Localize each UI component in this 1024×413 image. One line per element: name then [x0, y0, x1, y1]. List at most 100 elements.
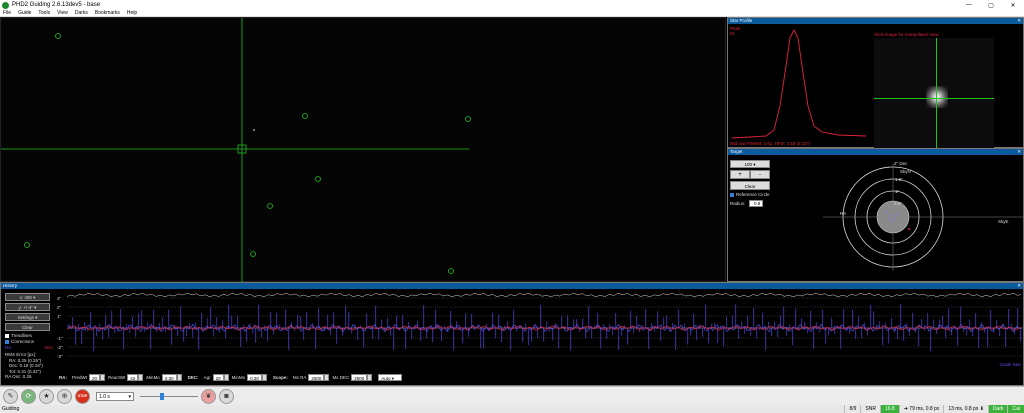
settings-button[interactable]: Settings ▾ — [5, 313, 50, 321]
dec-mode-select[interactable]: Auto ▾ — [378, 373, 403, 381]
candidate-star-circle — [250, 251, 256, 257]
title-bar: PHD2 Guiding 2.6.13dev5 - base — ▢ ✕ — [0, 0, 1024, 10]
corrections-checkbox[interactable] — [5, 339, 9, 344]
gamma-slider-thumb[interactable] — [160, 392, 164, 400]
menu-file[interactable]: File — [3, 10, 11, 16]
correction-bar — [144, 328, 146, 332]
zoom-crosshair-v — [936, 38, 937, 148]
ra-minmo-input[interactable]: 0.30 — [161, 373, 177, 381]
correction-bar — [705, 304, 707, 328]
target-clear-button[interactable]: Clear — [730, 181, 770, 190]
exposure-select[interactable]: 1.0 s ▾ — [96, 391, 134, 401]
correction-bar — [123, 328, 125, 350]
window-title: PHD2 Guiding 2.6.13dev5 - base — [12, 2, 101, 8]
trendlines-checkbox[interactable] — [5, 333, 9, 338]
menu-help[interactable]: Help — [127, 10, 137, 16]
star-field[interactable] — [1, 18, 727, 283]
zoomed-star — [926, 86, 948, 108]
close-icon[interactable]: ✕ — [1017, 283, 1021, 289]
correction-bar — [828, 328, 830, 336]
menu-guide[interactable]: Guide — [18, 10, 31, 16]
agr-spinner[interactable] — [223, 373, 229, 381]
close-button[interactable]: ✕ — [1002, 2, 1024, 9]
correction-bar — [552, 328, 554, 341]
correction-bar — [1020, 328, 1022, 342]
candidate-star-circle — [24, 242, 30, 248]
correction-bar — [957, 328, 959, 346]
correction-bar — [546, 321, 548, 328]
correction-bar — [969, 319, 971, 328]
correction-bar — [744, 328, 746, 334]
correction-bar — [102, 328, 104, 340]
correction-bar — [255, 328, 257, 343]
gamma-slider[interactable] — [140, 392, 198, 401]
predwt-spinner[interactable] — [100, 373, 106, 381]
minimize-button[interactable]: — — [958, 2, 980, 9]
correction-bar — [387, 318, 389, 328]
menu-darks[interactable]: Darks — [75, 10, 88, 16]
brain-button[interactable]: ❦ — [201, 388, 216, 404]
mxdec-spinner[interactable] — [367, 373, 373, 381]
dec-pulse-value: 13 ms, 0.8 px — [948, 406, 979, 412]
dec-minmo-input[interactable]: 0.30 — [247, 373, 262, 381]
correction-bar — [378, 328, 380, 340]
guide-point — [890, 214, 892, 216]
predwt-label: PredWt — [72, 374, 88, 380]
auto-select-star-button[interactable]: ★ — [39, 388, 54, 404]
agr-input[interactable]: 20 — [212, 373, 224, 381]
history-clear-button[interactable]: Clear — [5, 323, 50, 331]
gamma-slider-track — [140, 395, 198, 397]
reference-circle-option[interactable]: Reference Circle — [730, 192, 770, 197]
rms-readout: RMS Error [px]: RA: 0.25 (0.26") Dec: 0.… — [5, 352, 43, 380]
settings-label: Settings — [17, 315, 34, 320]
correction-bar — [702, 328, 704, 337]
x-scale-button[interactable]: x: 400 ▾ — [5, 293, 50, 301]
menu-bookmarks[interactable]: Bookmarks — [95, 10, 120, 16]
history-graph: 3" 2" 1" -1" -2" -3" Guide Star — [55, 292, 1023, 370]
correction-bar — [168, 309, 170, 328]
menu-view[interactable]: View — [57, 10, 68, 16]
mxdec-input[interactable]: 2500 — [351, 373, 368, 381]
correction-bar — [120, 308, 122, 328]
loop-button[interactable]: ⟳ — [21, 388, 36, 404]
corrections-option[interactable]: Corrections — [5, 339, 34, 344]
stop-button[interactable]: STOP — [75, 388, 90, 404]
reference-circle-checkbox[interactable] — [730, 192, 734, 197]
reactwt-spinner[interactable] — [138, 373, 144, 381]
phd2-app-icon — [2, 1, 9, 9]
dark-indicator: Dark — [987, 405, 1008, 413]
y-scale-button[interactable]: y: +/-4" ▾ — [5, 303, 50, 311]
reactwt-input[interactable]: 42 — [127, 373, 139, 381]
axis-1-label: 1" — [895, 189, 900, 194]
correction-bar — [162, 317, 164, 328]
connect-gear-button[interactable]: ✎ — [3, 388, 18, 404]
correction-bar — [288, 328, 290, 351]
dec-minmo-spinner[interactable] — [261, 373, 267, 381]
guide-button[interactable]: ⊕ — [57, 388, 72, 404]
ra-minmo-spinner[interactable] — [176, 373, 182, 381]
mxra-spinner[interactable] — [324, 373, 330, 381]
correction-bar — [930, 328, 932, 352]
camera-settings-button[interactable]: ◙ — [219, 388, 234, 404]
star-zoom-image[interactable] — [874, 38, 994, 148]
trendlines-option[interactable]: Trendlines — [5, 333, 32, 338]
maximize-button[interactable]: ▢ — [980, 2, 1002, 9]
target-panel: Target ✕ 100 ▾ + - Clear Reference Circl… — [727, 148, 1024, 282]
zoom-out-button[interactable]: - — [750, 170, 770, 179]
predwt-input[interactable]: 20 — [89, 373, 101, 381]
close-icon[interactable]: ✕ — [1017, 18, 1021, 24]
correction-bar — [528, 328, 530, 346]
zoom-in-button[interactable]: + — [730, 170, 750, 179]
dec-mode-value: Auto — [381, 375, 391, 381]
y-label-neg2: -2" — [57, 345, 63, 350]
mxra-input[interactable]: 2500 — [308, 373, 325, 381]
latest-guide-point — [908, 228, 910, 230]
zoom-select[interactable]: 100 ▾ — [730, 160, 770, 168]
close-icon[interactable]: ✕ — [1017, 149, 1021, 155]
radius-input[interactable]: 0.9 — [749, 200, 764, 207]
y-label-neg1: -1" — [57, 336, 63, 341]
camera-image-view[interactable] — [0, 17, 727, 283]
ra-minmo-label: MinMo — [146, 374, 160, 380]
y-label-2: 2" — [57, 305, 62, 310]
menu-tools[interactable]: Tools — [38, 10, 50, 16]
